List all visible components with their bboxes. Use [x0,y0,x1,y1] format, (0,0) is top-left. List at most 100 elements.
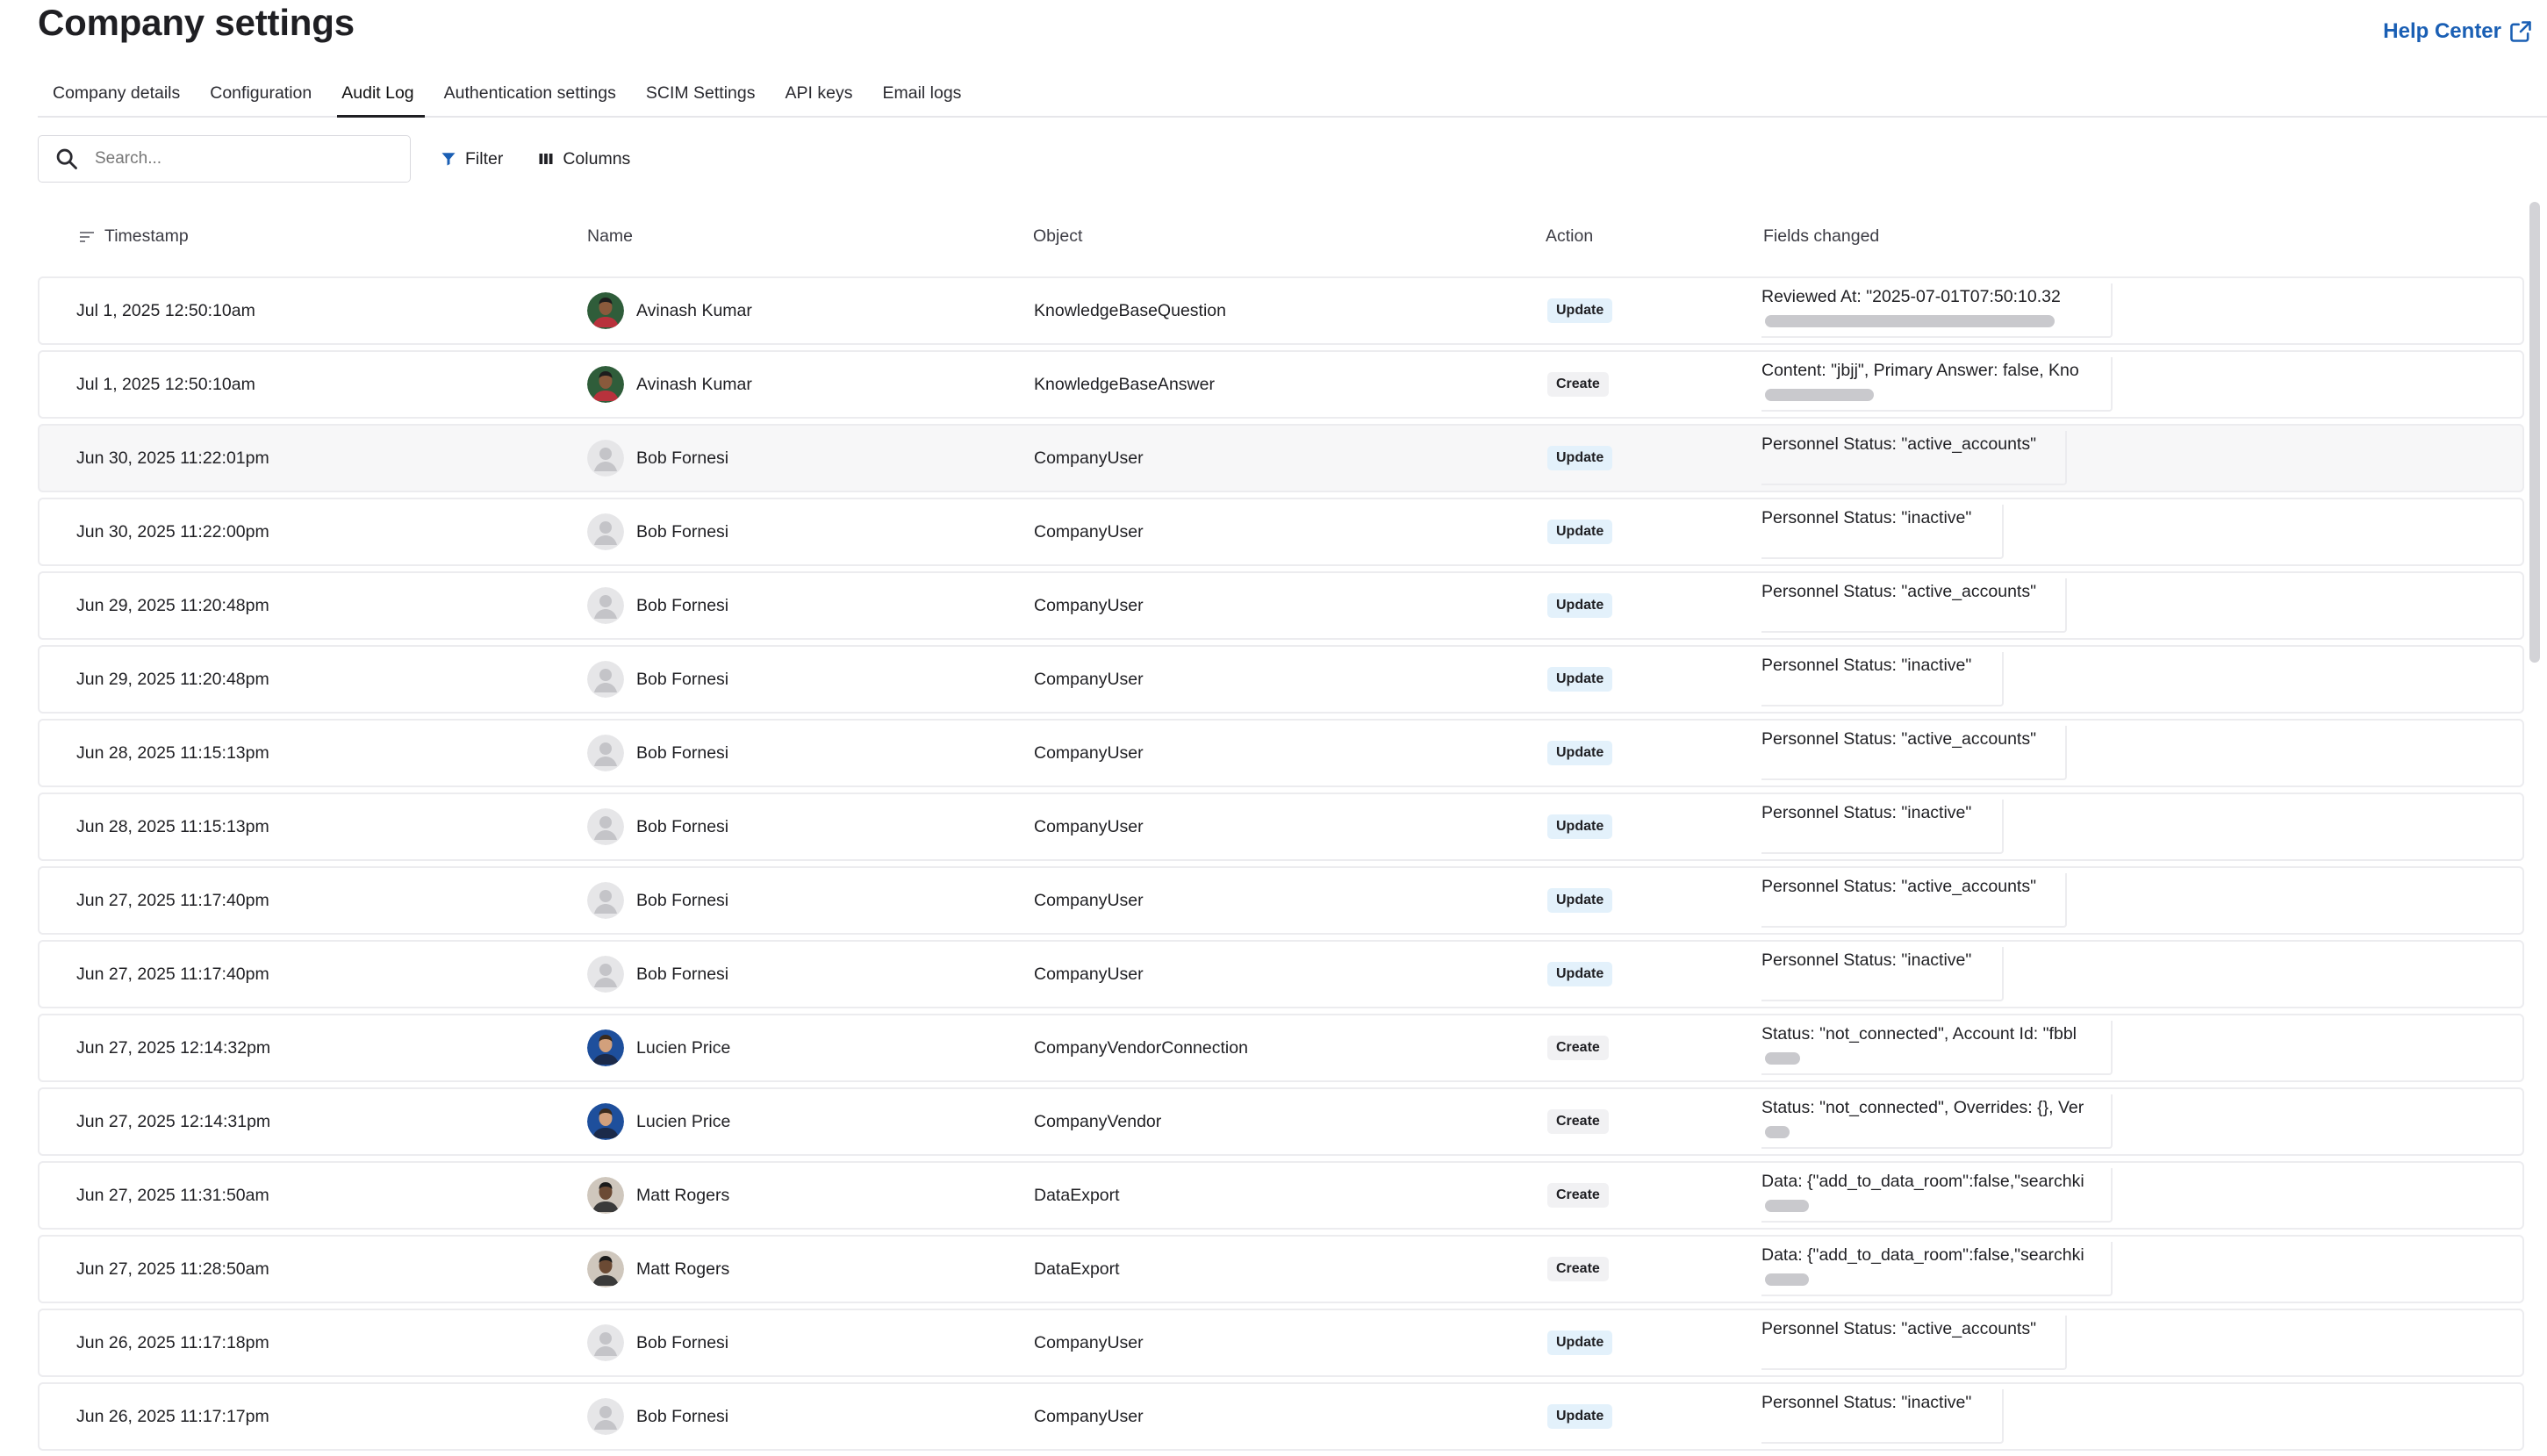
row-object: CompanyUser [1034,669,1144,689]
fields-changed-text: Reviewed At: "2025-07-01T07:50:10.32 [1761,287,2061,306]
fields-horizontal-scrollbar[interactable] [1765,1200,1809,1212]
row-user-name: Avinash Kumar [636,300,752,320]
fields-changed-box[interactable]: Reviewed At: "2025-07-01T07:50:10.32 [1761,283,2113,338]
fields-changed-box[interactable]: Status: "not_connected", Account Id: "fb… [1761,1021,2113,1075]
action-badge: Update [1547,667,1613,692]
tab-audit-log[interactable]: Audit Log [326,72,428,118]
tab-api-keys[interactable]: API keys [771,72,868,109]
header-object[interactable]: Object [1033,226,1082,247]
row-object: CompanyVendorConnection [1034,1037,1248,1058]
search-input[interactable] [93,148,377,169]
action-badge: Update [1547,741,1613,765]
fields-horizontal-scrollbar[interactable] [1765,1052,1800,1065]
row-object: CompanyUser [1034,448,1144,468]
fields-changed-box[interactable]: Personnel Status: "active_accounts" [1761,726,2067,780]
tab-authentication-settings[interactable]: Authentication settings [429,72,631,109]
action-badge: Create [1547,372,1609,397]
table-row[interactable]: Jun 26, 2025 11:17:18pm Bob Fornesi Compan… [38,1309,2524,1377]
avatar [587,1251,624,1287]
action-badge: Update [1547,962,1613,986]
columns-icon [539,154,553,164]
avatar [587,292,624,329]
row-user-name: Bob Fornesi [636,669,729,689]
fields-changed-text: Personnel Status: "active_accounts" [1761,877,2037,896]
fields-changed-box[interactable]: Data: {"add_to_data_room":false,"searchk… [1761,1242,2113,1296]
fields-horizontal-scrollbar[interactable] [1765,315,2055,327]
fields-changed-box[interactable]: Personnel Status: "active_accounts" [1761,1316,2067,1370]
row-fields-changed: Reviewed At: "2025-07-01T07:50:10.32 [1761,283,2113,338]
row-user-name: Bob Fornesi [636,964,729,984]
table-row[interactable]: Jun 27, 2025 12:14:31pm Lucien Price Compa… [38,1087,2524,1156]
header-fields-label: Fields changed [1763,226,1880,246]
tab-configuration[interactable]: Configuration [195,72,326,109]
header-fields-changed[interactable]: Fields changed [1763,226,1879,247]
table-row[interactable]: Jun 30, 2025 11:22:00pm Bob Fornesi Compan… [38,498,2524,566]
fields-changed-box[interactable]: Personnel Status: "inactive" [1761,947,2004,1001]
row-timestamp: Jun 27, 2025 11:17:40pm [76,890,269,910]
row-object: KnowledgeBaseQuestion [1034,300,1226,320]
header-timestamp[interactable]: Timestamp [78,226,189,247]
row-fields-changed: Personnel Status: "active_accounts" [1761,431,2067,485]
tab-scim-settings[interactable]: SCIM Settings [631,72,771,109]
row-user-name: Lucien Price [636,1037,731,1058]
fields-changed-text: Personnel Status: "active_accounts" [1761,1319,2037,1338]
row-user-name: Bob Fornesi [636,1332,729,1352]
avatar [587,366,624,403]
row-object: KnowledgeBaseAnswer [1034,374,1215,394]
row-timestamp: Jun 26, 2025 11:17:17pm [76,1406,269,1426]
table-row[interactable]: Jun 27, 2025 12:14:32pm Lucien Price Compa… [38,1014,2524,1082]
table-row[interactable]: Jun 30, 2025 11:22:01pm Bob Fornesi Compan… [38,424,2524,492]
table-row[interactable]: Jun 26, 2025 11:17:17pm Bob Fornesi Compan… [38,1382,2524,1451]
row-user: Bob Fornesi [587,942,728,1007]
fields-changed-text: Personnel Status: "active_accounts" [1761,434,2037,454]
tab-email-logs[interactable]: Email logs [867,72,976,109]
fields-changed-box[interactable]: Personnel Status: "active_accounts" [1761,873,2067,928]
fields-changed-box[interactable]: Personnel Status: "active_accounts" [1761,578,2067,633]
table-row[interactable]: Jun 27, 2025 11:17:40pm Bob Fornesi Compan… [38,940,2524,1008]
row-fields-changed: Data: {"add_to_data_room":false,"searchk… [1761,1242,2113,1296]
row-user: Lucien Price [587,1089,730,1154]
search-box [38,135,411,183]
table-row[interactable]: Jun 28, 2025 11:15:13pm Bob Fornesi Compan… [38,793,2524,861]
row-action: Update [1547,794,1613,859]
row-action: Update [1547,868,1613,933]
fields-changed-box[interactable]: Personnel Status: "inactive" [1761,652,2004,706]
tab-company-details[interactable]: Company details [38,72,195,109]
action-badge: Update [1547,298,1613,323]
fields-changed-box[interactable]: Status: "not_connected", Overrides: {}, … [1761,1094,2113,1149]
vertical-scrollbar[interactable] [2529,202,2540,663]
fields-changed-box[interactable]: Data: {"add_to_data_room":false,"searchk… [1761,1168,2113,1223]
row-action: Update [1547,1310,1613,1375]
fields-changed-text: Personnel Status: "inactive" [1761,950,1972,970]
row-user-name: Bob Fornesi [636,521,729,542]
avatar [587,1177,624,1214]
fields-changed-text: Data: {"add_to_data_room":false,"searchk… [1761,1245,2084,1265]
table-row[interactable]: Jul 1, 2025 12:50:10am Avinash Kumar Knowl… [38,276,2524,345]
help-center-link[interactable]: Help Center [2383,19,2533,44]
row-user: Bob Fornesi [587,1310,728,1375]
fields-horizontal-scrollbar[interactable] [1765,1126,1790,1138]
table-row[interactable]: Jun 29, 2025 11:20:48pm Bob Fornesi Compan… [38,571,2524,640]
row-action: Create [1547,352,1609,417]
fields-changed-box[interactable]: Content: "jbjj", Primary Answer: false, … [1761,357,2113,412]
row-user: Lucien Price [587,1015,730,1080]
fields-changed-box[interactable]: Personnel Status: "inactive" [1761,505,2004,559]
row-action: Create [1547,1163,1609,1228]
filter-button[interactable]: Filter [435,141,508,176]
fields-changed-box[interactable]: Personnel Status: "active_accounts" [1761,431,2067,485]
header-action[interactable]: Action [1546,226,1593,247]
table-row[interactable]: Jul 1, 2025 12:50:10am Avinash Kumar Knowl… [38,350,2524,419]
fields-changed-box[interactable]: Personnel Status: "inactive" [1761,800,2004,854]
filter-icon [441,153,456,166]
table-row[interactable]: Jun 27, 2025 11:17:40pm Bob Fornesi Compan… [38,866,2524,935]
fields-horizontal-scrollbar[interactable] [1765,389,1874,401]
fields-horizontal-scrollbar[interactable] [1765,1273,1809,1286]
row-object: CompanyUser [1034,1406,1144,1426]
table-row[interactable]: Jun 29, 2025 11:20:48pm Bob Fornesi Compan… [38,645,2524,714]
table-row[interactable]: Jun 27, 2025 11:28:50am Matt Rogers DataEx… [38,1235,2524,1303]
table-row[interactable]: Jun 27, 2025 11:31:50am Matt Rogers DataEx… [38,1161,2524,1230]
header-name[interactable]: Name [587,226,633,247]
table-row[interactable]: Jun 28, 2025 11:15:13pm Bob Fornesi Compan… [38,719,2524,787]
fields-changed-box[interactable]: Personnel Status: "inactive" [1761,1389,2004,1444]
columns-button[interactable]: Columns [533,141,635,176]
